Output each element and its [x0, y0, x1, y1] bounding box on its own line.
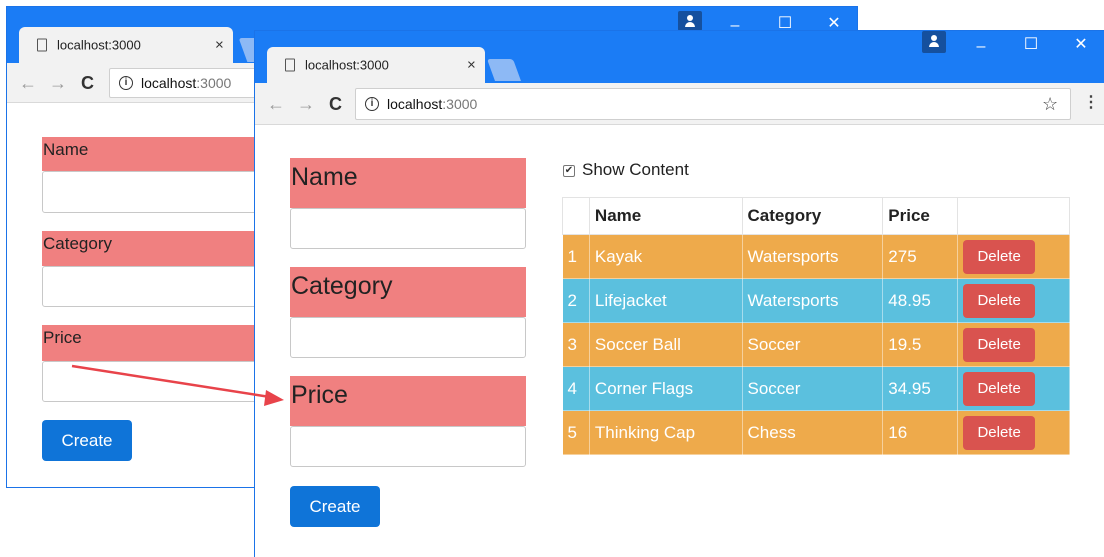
back-tab[interactable]: localhost:3000 ×: [19, 27, 233, 63]
name-label-large: Name: [290, 158, 526, 208]
tab-title: localhost:3000: [305, 57, 389, 73]
url-host: localhost: [141, 75, 197, 91]
close-window-icon[interactable]: ✕: [1071, 37, 1091, 53]
close-tab-icon[interactable]: ×: [467, 57, 476, 74]
profile-icon[interactable]: [678, 11, 702, 31]
menu-icon[interactable]: ⋮: [1083, 95, 1099, 111]
row-price: 48.95: [882, 278, 959, 323]
row-index: 5: [562, 410, 590, 455]
column-header-actions: [957, 197, 1070, 235]
column-header-price: Price: [882, 197, 959, 235]
show-content-label: Show Content: [582, 160, 689, 179]
front-toolbar: ← → C i localhost:3000 ☆ ⋮: [255, 83, 1104, 125]
column-header-index: [562, 197, 590, 235]
address-bar[interactable]: i localhost:3000 ☆: [355, 88, 1071, 120]
profile-icon[interactable]: [922, 31, 946, 53]
back-arrow-icon[interactable]: ←: [267, 95, 285, 113]
row-actions: Delete: [957, 322, 1070, 367]
row-price: 275: [882, 234, 959, 279]
table-row: 3 Soccer Ball Soccer 19.5 Delete: [562, 322, 1070, 367]
row-name: Kayak: [589, 234, 743, 279]
row-index: 4: [562, 366, 590, 411]
page-icon: [37, 38, 47, 52]
url-host: localhost: [387, 96, 443, 112]
url-port: :3000: [196, 75, 232, 91]
show-content-checkbox[interactable]: ✔: [563, 165, 575, 177]
delete-button[interactable]: Delete: [963, 371, 1036, 406]
row-price: 34.95: [882, 366, 959, 411]
site-info-icon[interactable]: i: [365, 97, 379, 111]
maximize-icon[interactable]: ☐: [1021, 37, 1041, 53]
close-tab-icon[interactable]: ×: [215, 37, 224, 54]
row-name: Corner Flags: [589, 366, 743, 411]
reload-icon[interactable]: C: [81, 74, 94, 92]
tab-title: localhost:3000: [57, 37, 141, 53]
site-info-icon[interactable]: i: [119, 76, 133, 90]
row-category: Soccer: [742, 366, 884, 411]
front-title-bar: localhost:3000 × – ☐ ✕: [255, 31, 1104, 83]
row-name: Soccer Ball: [589, 322, 743, 367]
table-row: 5 Thinking Cap Chess 16 Delete: [562, 410, 1070, 455]
forward-arrow-icon[interactable]: →: [49, 74, 67, 92]
create-button[interactable]: Create: [42, 420, 132, 461]
column-header-name: Name: [588, 197, 743, 235]
row-price: 16: [882, 410, 959, 455]
row-name: Thinking Cap: [589, 410, 743, 455]
bookmark-star-icon[interactable]: ☆: [1042, 95, 1058, 113]
products-table: Name Category Price 1 Kayak Watersports …: [562, 197, 1070, 455]
table-header-row: Name Category Price: [562, 197, 1070, 235]
category-input-large[interactable]: [290, 317, 526, 358]
url-text: localhost:3000: [387, 96, 477, 112]
delete-button[interactable]: Delete: [963, 327, 1036, 362]
row-category: Chess: [742, 410, 884, 455]
row-price: 19.5: [882, 322, 959, 367]
row-actions: Delete: [957, 410, 1070, 455]
row-index: 2: [562, 278, 590, 323]
page-icon: [285, 58, 295, 72]
delete-button[interactable]: Delete: [963, 283, 1036, 318]
screenshot-stage: localhost:3000 × – ☐ ✕ ← → C i localhost…: [0, 0, 1104, 557]
create-button-large[interactable]: Create: [290, 486, 380, 527]
reload-icon[interactable]: C: [329, 95, 342, 113]
back-arrow-icon[interactable]: ←: [19, 74, 37, 92]
url-text: localhost:3000: [141, 75, 231, 91]
price-label-large: Price: [290, 376, 526, 426]
row-actions: Delete: [957, 278, 1070, 323]
row-name: Lifejacket: [589, 278, 743, 323]
row-actions: Delete: [957, 366, 1070, 411]
row-index: 3: [562, 322, 590, 367]
price-input-large[interactable]: [290, 426, 526, 467]
front-tab[interactable]: localhost:3000 ×: [267, 47, 485, 83]
row-category: Soccer: [742, 322, 884, 367]
new-tab-button[interactable]: [486, 59, 522, 81]
name-input-large[interactable]: [290, 208, 526, 249]
minimize-icon[interactable]: –: [971, 39, 991, 55]
forward-arrow-icon[interactable]: →: [297, 95, 315, 113]
column-header-category: Category: [741, 197, 884, 235]
row-category: Watersports: [742, 234, 884, 279]
table-row: 2 Lifejacket Watersports 48.95 Delete: [562, 278, 1070, 323]
delete-button[interactable]: Delete: [963, 415, 1036, 450]
table-row: 1 Kayak Watersports 275 Delete: [562, 234, 1070, 279]
row-index: 1: [562, 234, 590, 279]
table-row: 4 Corner Flags Soccer 34.95 Delete: [562, 366, 1070, 411]
category-label-large: Category: [290, 267, 526, 317]
url-port: :3000: [442, 96, 478, 112]
row-actions: Delete: [957, 234, 1070, 279]
delete-button[interactable]: Delete: [963, 239, 1036, 274]
row-category: Watersports: [742, 278, 884, 323]
